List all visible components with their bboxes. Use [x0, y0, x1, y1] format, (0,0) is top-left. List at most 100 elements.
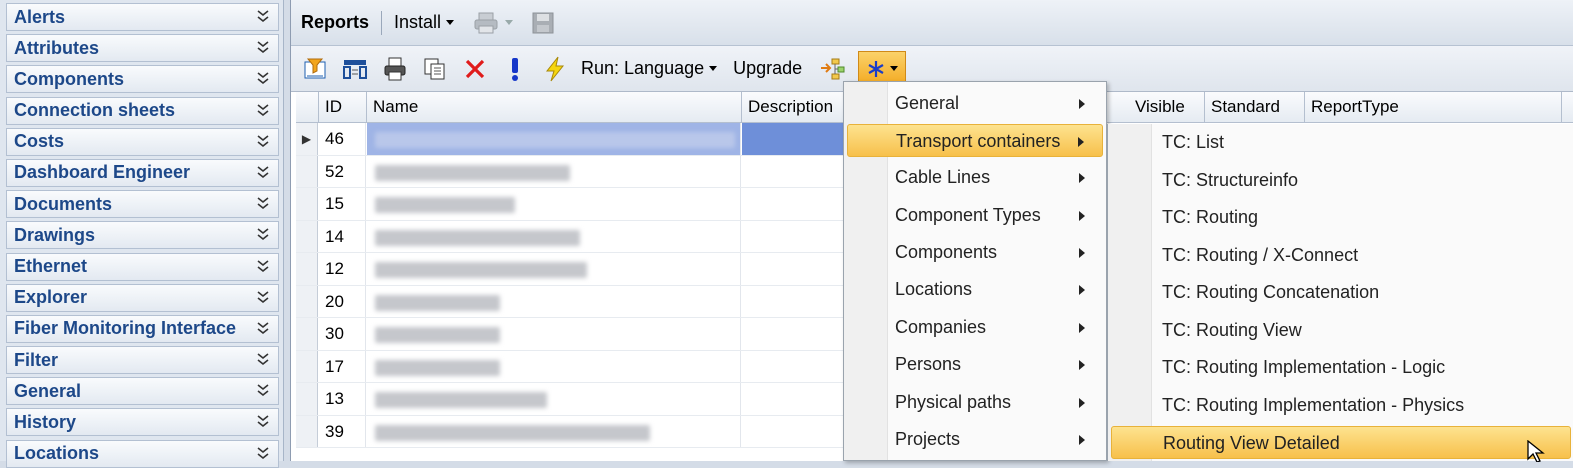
submenu-arrow-icon: [1079, 398, 1085, 408]
menu-item-label: Physical paths: [895, 392, 1012, 412]
sidebar-item-locations[interactable]: Locations: [6, 439, 279, 468]
sidebar-item-costs[interactable]: Costs: [6, 127, 279, 156]
run-language-menu-button[interactable]: Run: Language: [581, 58, 718, 79]
menu-item-component-types[interactable]: Component Types: [847, 199, 1103, 232]
sidebar-item-label: Explorer: [14, 287, 88, 308]
sidebar-item-dashboard-engineer[interactable]: Dashboard Engineer: [6, 158, 279, 187]
cell-description: [742, 123, 852, 155]
menu-item-cable-lines[interactable]: Cable Lines: [847, 161, 1103, 194]
column-header-name[interactable]: Name: [367, 92, 742, 123]
menu-item-transport-containers[interactable]: Transport containers: [847, 124, 1103, 157]
submenu-item-routing-view-detailed[interactable]: Routing View Detailed: [1111, 426, 1571, 459]
caret-down-icon: [446, 20, 455, 25]
page-title: Reports: [301, 12, 370, 32]
sidebar-item-attributes[interactable]: Attributes: [6, 34, 279, 63]
menu-item-persons[interactable]: Persons: [847, 348, 1103, 381]
double-chevron-down-icon: [257, 259, 269, 272]
sidebar-item-connection-sheets[interactable]: Connection sheets: [6, 96, 279, 125]
configuration-dropdown-menu: General Transport containers Cable Lines…: [843, 81, 1107, 461]
menu-item-general[interactable]: General: [847, 87, 1103, 120]
sidebar-item-components[interactable]: Components: [6, 65, 279, 94]
report-filter-icon: [304, 58, 326, 78]
sidebar-item-history[interactable]: History: [6, 408, 279, 437]
submenu-item-tc-routing-concatenation[interactable]: TC: Routing Concatenation: [1111, 276, 1571, 309]
filter-report-button[interactable]: [301, 55, 329, 83]
submenu-item-tc-list[interactable]: TC: List: [1111, 126, 1571, 159]
copy-button[interactable]: [421, 55, 449, 83]
double-chevron-down-icon: [257, 197, 269, 210]
cell-description: [742, 221, 852, 253]
title-bar: Reports Install: [291, 0, 1573, 46]
row-selector: [296, 415, 318, 447]
submenu-item-tc-structureinfo[interactable]: TC: Structureinfo: [1111, 164, 1571, 197]
cell-id: 17: [319, 350, 366, 382]
cell-description: [742, 253, 852, 285]
submenu-item-tc-routing-implementation-physics[interactable]: TC: Routing Implementation - Physics: [1111, 389, 1571, 422]
menu-item-label: Projects: [895, 429, 961, 449]
delete-x-icon: [465, 59, 485, 78]
save-icon[interactable]: [531, 11, 555, 35]
alert-button[interactable]: [501, 55, 529, 83]
table-layout-icon: [343, 59, 367, 79]
execute-button[interactable]: [541, 55, 569, 83]
double-chevron-down-icon: [257, 447, 269, 459]
sidebar-item-filter[interactable]: Filter: [6, 346, 279, 375]
row-selector: [296, 188, 318, 220]
sidebar-item-label: Dashboard Engineer: [14, 162, 191, 183]
sidebar-item-fiber-monitoring-interface[interactable]: Fiber Monitoring Interface: [6, 314, 279, 343]
blurred-text: [375, 132, 735, 148]
menu-item-components[interactable]: Components: [847, 236, 1103, 269]
upgrade-button[interactable]: Upgrade: [733, 58, 802, 79]
sidebar-item-alerts[interactable]: Alerts: [6, 3, 279, 31]
row-selector: [296, 383, 318, 415]
column-header-visible[interactable]: Visible: [1129, 92, 1205, 123]
sidebar-item-documents[interactable]: Documents: [6, 190, 279, 219]
double-chevron-down-icon: [257, 72, 269, 85]
submenu-item-tc-routing-x-connect[interactable]: TC: Routing / X-Connect: [1111, 239, 1571, 272]
cell-name: [367, 415, 741, 447]
double-chevron-down-icon: [257, 353, 269, 366]
cell-id: 39: [319, 415, 366, 447]
cell-name: [367, 318, 741, 350]
submenu-arrow-icon: [1079, 211, 1085, 221]
submenu-arrow-icon: [1079, 173, 1085, 183]
print-menu-button[interactable]: [472, 11, 514, 35]
hierarchy-button[interactable]: [818, 55, 846, 83]
menu-item-physical-paths[interactable]: Physical paths: [847, 386, 1103, 419]
row-selector: [296, 155, 318, 187]
sidebar-item-general[interactable]: General: [6, 377, 279, 406]
submenu-item-tc-routing-implementation-logic[interactable]: TC: Routing Implementation - Logic: [1111, 351, 1571, 384]
sidebar-item-explorer[interactable]: Explorer: [6, 283, 279, 312]
submenu-item-tc-routing[interactable]: TC: Routing: [1111, 201, 1571, 234]
column-header-reporttype[interactable]: ReportType: [1305, 92, 1562, 123]
blurred-text: [375, 359, 500, 376]
exclamation-icon: [512, 57, 518, 81]
column-header-id[interactable]: ID: [319, 92, 367, 123]
menu-item-label: Cable Lines: [895, 167, 991, 187]
sidebar-item-label: Ethernet: [14, 256, 88, 276]
sidebar-item-ethernet[interactable]: Ethernet: [6, 252, 279, 281]
blurred-text: [375, 424, 650, 441]
column-header-standard[interactable]: Standard: [1205, 92, 1305, 123]
run-language-label: Run: Language: [581, 58, 705, 78]
double-chevron-down-icon: [257, 415, 269, 428]
menu-item-projects[interactable]: Projects: [847, 423, 1103, 456]
row-selector: [296, 220, 318, 252]
cell-description: [742, 156, 852, 188]
cell-description: [742, 188, 852, 220]
menu-item-label: Components: [895, 242, 998, 262]
submenu-item-tc-routing-view[interactable]: TC: Routing View: [1111, 314, 1571, 347]
layout-button[interactable]: [341, 55, 369, 83]
menu-item-companies[interactable]: Companies: [847, 311, 1103, 344]
sidebar-item-drawings[interactable]: Drawings: [6, 221, 279, 250]
cell-id: 14: [319, 220, 366, 252]
cell-name: [367, 123, 741, 155]
double-chevron-down-icon: [257, 322, 269, 334]
cell-id: 15: [319, 188, 366, 220]
print-button[interactable]: [381, 55, 409, 83]
install-menu-button[interactable]: Install: [394, 12, 455, 33]
caret-down-icon: [505, 20, 514, 25]
submenu-arrow-icon: [1078, 137, 1084, 147]
delete-button[interactable]: [461, 55, 489, 83]
menu-item-locations[interactable]: Locations: [847, 273, 1103, 306]
